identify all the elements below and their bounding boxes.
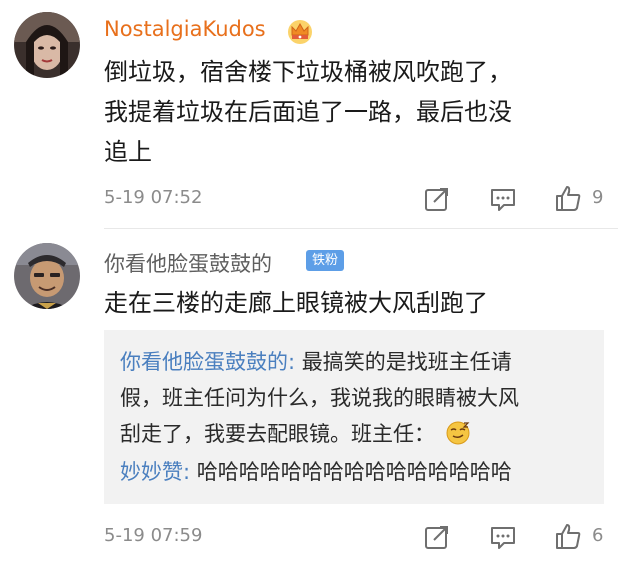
reply-line: 妙妙赞: 哈哈哈哈哈哈哈哈哈哈哈哈哈哈哈 [120, 456, 512, 488]
reply-line: 假，班主任问为什么，我说我的眼睛被大风 [120, 386, 519, 410]
comment-icon[interactable] [488, 184, 518, 214]
share-icon[interactable] [422, 184, 452, 214]
like-count: 6 [592, 525, 604, 546]
comment-username[interactable]: NostalgiaKudos [104, 17, 266, 41]
comment-icon[interactable] [488, 522, 518, 552]
comment-text-line: 追上 [104, 138, 152, 166]
share-icon[interactable] [422, 522, 452, 552]
reply-line: 你看他脸蛋鼓鼓的: 最搞笑的是找班主任请 [120, 346, 512, 378]
reply-text: 刮走了，我要去配眼镜。班主任： [120, 422, 435, 446]
like-icon[interactable] [553, 183, 583, 213]
comment-text: 走在三楼的走廊上眼镜被大风刮跑了 [104, 289, 488, 317]
avatar[interactable] [14, 243, 80, 309]
comment-username[interactable]: 你看他脸蛋鼓鼓的 [104, 248, 272, 278]
comment-text-line: 倒垃圾，宿舍楼下垃圾桶被风吹跑了， [104, 58, 512, 86]
crown-badge-icon [285, 16, 315, 46]
comment-timestamp: 5-19 07:52 [104, 187, 203, 208]
reply-username[interactable]: 妙妙赞: [120, 460, 190, 484]
like-icon[interactable] [553, 521, 583, 551]
avatar[interactable] [14, 12, 80, 78]
reply-text: 哈哈哈哈哈哈哈哈哈哈哈哈哈哈哈 [190, 460, 512, 484]
divider [104, 228, 618, 229]
reply-text: 最搞笑的是找班主任请 [295, 350, 512, 374]
fan-badge: 铁粉 [306, 250, 345, 271]
reply-username[interactable]: 你看他脸蛋鼓鼓的: [120, 350, 295, 374]
reply-box[interactable]: 你看他脸蛋鼓鼓的: 最搞笑的是找班主任请 假，班主任问为什么，我说我的眼睛被大风… [104, 330, 604, 504]
reply-line: 刮走了，我要去配眼镜。班主任： [120, 418, 470, 454]
emoji-icon [446, 421, 470, 454]
like-count: 9 [592, 187, 604, 208]
comment-text: 倒垃圾，宿舍楼下垃圾桶被风吹跑了， 我提着垃圾在后面追了一路，最后也没 追上 [104, 52, 604, 172]
comment-timestamp: 5-19 07:59 [104, 525, 203, 546]
comment-text-line: 我提着垃圾在后面追了一路，最后也没 [104, 98, 512, 126]
